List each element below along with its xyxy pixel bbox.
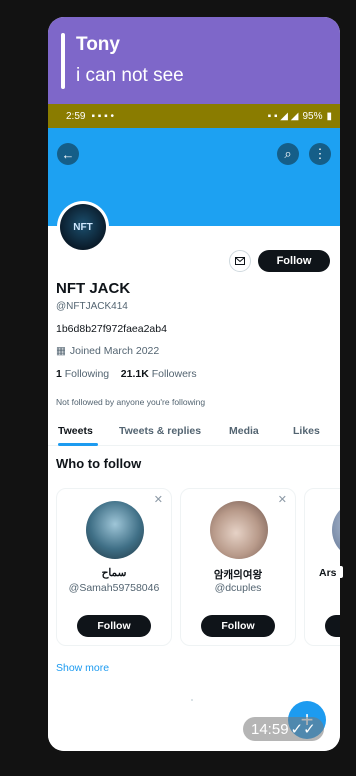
follow-button[interactable]: Follow (258, 250, 330, 272)
profile-avatar[interactable]: NFT (57, 201, 109, 253)
suggestion-follow-button[interactable] (325, 615, 340, 637)
phone-status-bar: 2:59 ▪ ▪ ▪ • ▪ ▪ ◢ ◢ 95% ▮ (48, 104, 340, 128)
joined-date: ▦ Joined March 2022 (56, 345, 159, 357)
battery-icon: ▮ (326, 110, 332, 122)
reply-quote[interactable]: Tony i can not see (48, 17, 340, 104)
suggestion-handle: @dcuples (214, 582, 262, 594)
tab-tweets[interactable]: Tweets (58, 425, 93, 437)
profile-bio: 1b6d8b27f972faea2ab4 (56, 323, 167, 335)
close-icon[interactable]: ✕ (154, 493, 163, 506)
follow-stats: 1 Following 21.1K Followers (56, 368, 197, 380)
tab-media[interactable]: Media (229, 425, 259, 437)
back-arrow-icon[interactable]: ← (57, 143, 79, 165)
suggestion-avatar (332, 501, 340, 559)
followers-count: 21.1K (120, 368, 149, 380)
profile-handle: @NFTJACK414 (56, 301, 128, 312)
suggestion-card[interactable]: ✕ 암캐의여왕 @dcuples Follow (180, 488, 296, 646)
double-check-icon: ✓✓ (290, 721, 316, 738)
suggestion-name: 암캐의여왕 (213, 569, 263, 581)
more-options-icon[interactable]: ⋮ (309, 143, 331, 165)
message-time: 14:59 (251, 720, 289, 738)
scroll-indicator[interactable] (336, 566, 343, 578)
battery-percent: 95% (302, 110, 323, 122)
suggestion-avatar (210, 501, 268, 559)
suggestion-avatar (86, 501, 144, 559)
not-followed-note: Not followed by anyone you're following (56, 397, 206, 407)
suggestion-card[interactable]: Arsl (304, 488, 340, 646)
suggestion-follow-button[interactable]: Follow (201, 615, 275, 637)
suggestion-follow-button[interactable]: Follow (77, 615, 151, 637)
search-icon[interactable]: ⌕ (277, 143, 299, 165)
following-link[interactable]: 1 Following (56, 368, 109, 380)
profile-tabs: Tweets Tweets & replies Media Likes (48, 416, 340, 446)
who-to-follow-title: Who to follow (56, 456, 142, 471)
message-timestamp: 14:59 ✓✓ (243, 717, 324, 741)
status-time: 2:59 (66, 110, 86, 122)
close-icon[interactable]: ✕ (278, 493, 287, 506)
following-label: Following (64, 368, 110, 380)
loading-dot (191, 699, 193, 701)
signal-icons: ▪ ▪ ◢ ◢ (267, 110, 299, 122)
tab-tweets-replies[interactable]: Tweets & replies (119, 425, 201, 437)
followers-label: Followers (151, 368, 197, 380)
avatar-image: NFT (60, 204, 106, 250)
show-more-link[interactable]: Show more (56, 662, 109, 674)
reply-sender-name: Tony (76, 34, 120, 55)
suggestion-card[interactable]: ✕ سماح @Samah59758046 Follow (56, 488, 172, 646)
active-tab-indicator (58, 443, 98, 446)
profile-name: NFT JACK (56, 280, 131, 297)
screenshot-image[interactable]: 2:59 ▪ ▪ ▪ • ▪ ▪ ◢ ◢ 95% ▮ ← ⌕ ⋮ NFT Fol… (48, 104, 340, 751)
suggestion-handle: @Samah59758046 (68, 582, 160, 594)
notification-icons: ▪ ▪ ▪ • (91, 110, 114, 122)
message-button[interactable] (229, 250, 251, 272)
tab-likes[interactable]: Likes (293, 425, 320, 437)
suggestion-name: سماح (101, 567, 127, 579)
joined-text: Joined March 2022 (69, 345, 160, 357)
mail-icon (235, 257, 245, 265)
reply-bar (61, 33, 65, 89)
reply-text: i can not see (76, 65, 184, 86)
message-bubble[interactable]: Tony i can not see 2:59 ▪ ▪ ▪ • ▪ ▪ ◢ ◢ … (48, 17, 340, 751)
followers-link[interactable]: 21.1K Followers (121, 368, 197, 380)
following-count: 1 (56, 368, 62, 380)
calendar-icon: ▦ (56, 345, 66, 357)
